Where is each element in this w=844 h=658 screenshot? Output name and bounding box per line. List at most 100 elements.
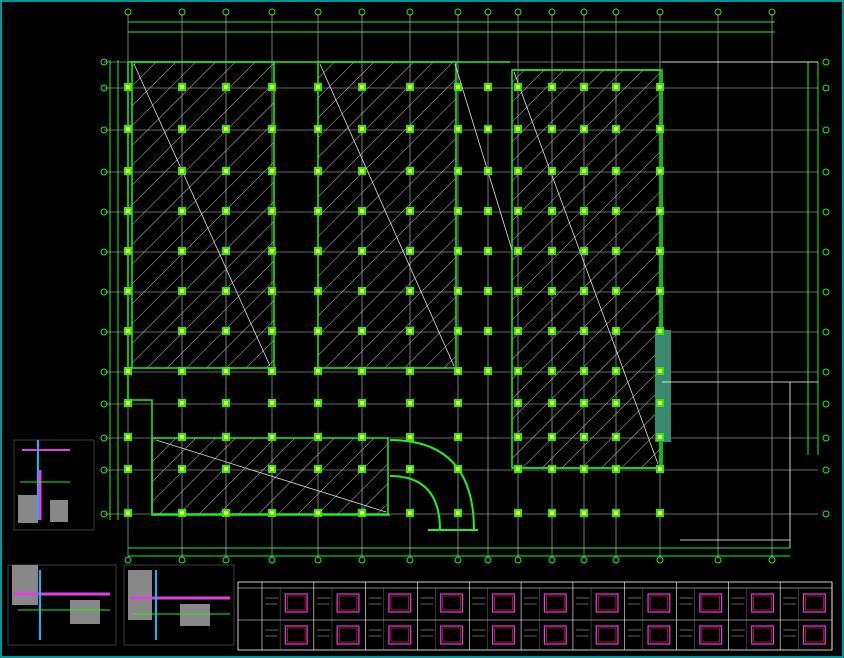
circle-icon bbox=[822, 208, 830, 216]
rebar-icon bbox=[805, 595, 824, 611]
square-icon bbox=[456, 209, 460, 213]
circle-icon bbox=[358, 556, 366, 564]
square-icon bbox=[360, 249, 364, 253]
square-icon bbox=[126, 209, 130, 213]
circle-icon bbox=[822, 84, 830, 92]
square-icon bbox=[614, 127, 618, 131]
square-icon bbox=[224, 289, 228, 293]
column-section-icon bbox=[647, 593, 671, 613]
square-icon bbox=[456, 435, 460, 439]
column-section-icon bbox=[543, 593, 567, 613]
right-annex-lines bbox=[662, 61, 818, 548]
square-icon bbox=[360, 467, 364, 471]
square-icon bbox=[550, 289, 554, 293]
square-icon bbox=[408, 249, 412, 253]
rebar-icon bbox=[701, 595, 720, 611]
square-icon bbox=[270, 401, 274, 405]
square-icon bbox=[408, 467, 412, 471]
square-icon bbox=[270, 329, 274, 333]
square-icon bbox=[180, 511, 184, 515]
square-icon bbox=[126, 85, 130, 89]
square-icon bbox=[408, 401, 412, 405]
square-icon bbox=[360, 435, 364, 439]
section-detail-1 bbox=[13, 439, 95, 531]
square-icon bbox=[658, 209, 662, 213]
square-icon bbox=[224, 435, 228, 439]
curved-ramp bbox=[389, 439, 478, 531]
square-icon bbox=[582, 209, 586, 213]
square-icon bbox=[180, 329, 184, 333]
rebar-icon bbox=[494, 595, 513, 611]
circle-icon bbox=[822, 58, 830, 66]
square-icon bbox=[550, 467, 554, 471]
rebar-icon bbox=[753, 627, 772, 643]
square-icon bbox=[486, 369, 490, 373]
column-schedule-table bbox=[237, 581, 833, 651]
square-icon bbox=[180, 467, 184, 471]
rebar-icon bbox=[701, 627, 720, 643]
square-icon bbox=[516, 329, 520, 333]
square-icon bbox=[126, 249, 130, 253]
square-icon bbox=[550, 85, 554, 89]
square-icon bbox=[126, 435, 130, 439]
square-icon bbox=[360, 209, 364, 213]
column-section-icon bbox=[699, 593, 723, 613]
square-icon bbox=[224, 169, 228, 173]
section-detail-3 bbox=[123, 564, 235, 646]
column-section-icon bbox=[595, 593, 619, 613]
circle-icon bbox=[268, 556, 276, 564]
square-icon bbox=[408, 289, 412, 293]
circle-icon bbox=[822, 248, 830, 256]
square-icon bbox=[270, 467, 274, 471]
square-icon bbox=[270, 127, 274, 131]
square-icon bbox=[550, 169, 554, 173]
square-icon bbox=[614, 169, 618, 173]
column-section-icon bbox=[802, 593, 826, 613]
square-icon bbox=[658, 401, 662, 405]
square-icon bbox=[582, 329, 586, 333]
square-icon bbox=[658, 369, 662, 373]
square-icon bbox=[408, 369, 412, 373]
square-icon bbox=[270, 369, 274, 373]
square-icon bbox=[550, 127, 554, 131]
rebar-icon bbox=[649, 595, 669, 611]
square-icon bbox=[180, 249, 184, 253]
top-dimensions bbox=[128, 21, 775, 33]
rebar-icon bbox=[753, 595, 772, 611]
square-icon bbox=[614, 289, 618, 293]
circle-icon bbox=[178, 556, 186, 564]
square-icon bbox=[180, 209, 184, 213]
column-section-icon bbox=[543, 625, 567, 645]
square-icon bbox=[614, 435, 618, 439]
square-icon bbox=[658, 169, 662, 173]
circle-icon bbox=[580, 556, 588, 564]
square-icon bbox=[516, 209, 520, 213]
rebar-icon bbox=[287, 627, 306, 643]
square-icon bbox=[180, 85, 184, 89]
circle-icon bbox=[822, 288, 830, 296]
circle-icon bbox=[406, 556, 414, 564]
square-icon bbox=[614, 369, 618, 373]
square-icon bbox=[270, 289, 274, 293]
schedule-border bbox=[237, 581, 833, 651]
square-icon bbox=[360, 169, 364, 173]
square-icon bbox=[582, 289, 586, 293]
square-icon bbox=[224, 511, 228, 515]
square-icon bbox=[614, 249, 618, 253]
rebar-icon bbox=[442, 595, 461, 611]
square-icon bbox=[582, 435, 586, 439]
square-icon bbox=[126, 401, 130, 405]
column-section-icon bbox=[284, 593, 308, 613]
column-section-icon bbox=[388, 593, 412, 613]
square-icon bbox=[270, 85, 274, 89]
square-icon bbox=[408, 85, 412, 89]
rebar-icon bbox=[390, 627, 410, 643]
square-icon bbox=[456, 85, 460, 89]
left-dimensions bbox=[109, 60, 119, 520]
right-dimensions bbox=[807, 62, 819, 455]
square-icon bbox=[360, 289, 364, 293]
column-section-icon bbox=[751, 625, 775, 645]
square-icon bbox=[456, 467, 460, 471]
square-icon bbox=[486, 127, 490, 131]
circle-icon bbox=[822, 434, 830, 442]
